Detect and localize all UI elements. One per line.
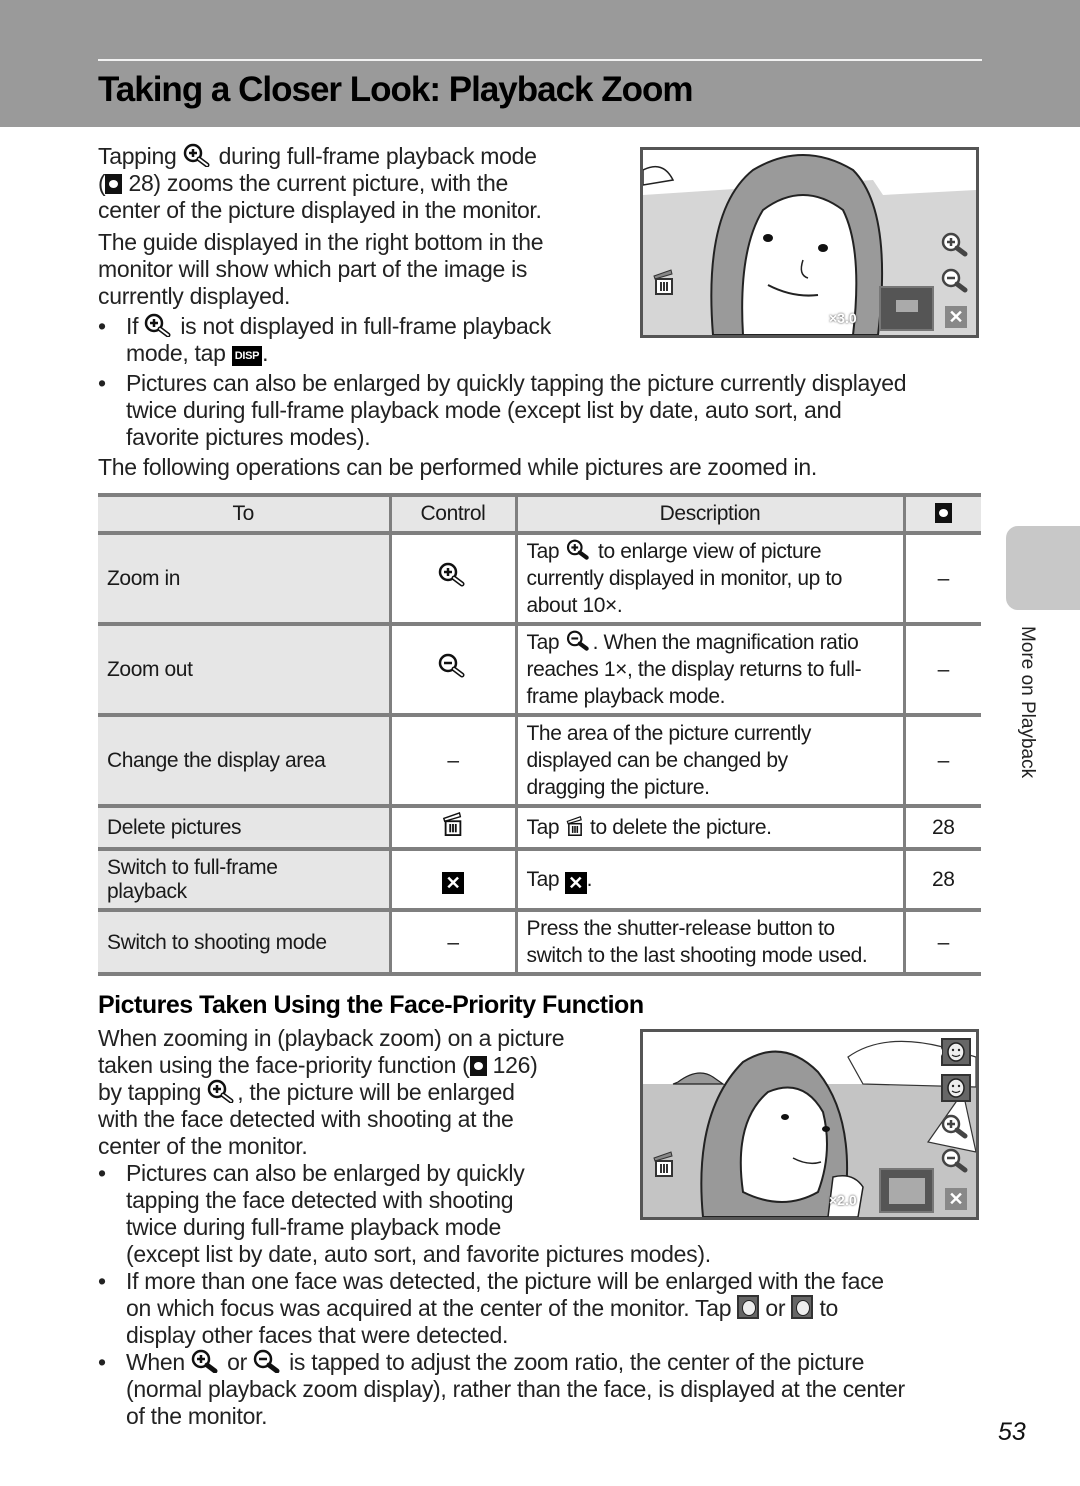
trash-icon	[442, 812, 462, 836]
close-x-icon: ✕	[442, 871, 464, 894]
chapter-label: More on Playback	[1017, 626, 1038, 779]
close-x-icon[interactable]: ✕	[945, 1188, 967, 1210]
zoom-in-icon	[566, 539, 589, 560]
row-control	[388, 804, 518, 851]
zoom-in-icon[interactable]	[941, 1114, 969, 1140]
table-row: Change the display area – The area of th…	[98, 713, 981, 808]
page-header: Taking a Closer Look: Playback Zoom	[0, 0, 1080, 127]
row-description: Tap to delete the picture.	[514, 804, 906, 851]
row-description: Tap to enlarge view of picture currently…	[514, 531, 906, 626]
row-reference: 28	[902, 804, 981, 851]
zoom-out-icon	[253, 1349, 280, 1373]
zoom-in-icon	[438, 562, 465, 587]
row-reference: –	[902, 531, 981, 626]
intro-paragraph-1: Tapping during full-frame playback mode …	[98, 143, 542, 223]
row-reference: 28	[902, 847, 981, 912]
zoom-operations-table: To Control Description Zoom in Tap to en…	[98, 493, 981, 976]
reference-icon	[105, 174, 123, 194]
intro-bullet-1: • If is not displayed in full-frame play…	[98, 313, 551, 366]
trash-icon	[566, 816, 582, 837]
zoom-out-icon[interactable]	[941, 1148, 969, 1174]
trash-icon[interactable]	[651, 268, 677, 296]
row-reference: –	[902, 622, 981, 717]
page-title: Taking a Closer Look: Playback Zoom	[98, 70, 694, 109]
table-row: Switch to full-frame playback ✕ Tap ✕. 2…	[98, 847, 981, 912]
playback-zoom-screen-illustration: ×3.0 ✕	[640, 147, 979, 338]
row-to: Zoom out	[98, 622, 392, 717]
guide-view-area	[889, 1178, 925, 1204]
zoom-in-icon	[183, 143, 210, 167]
table-header-row: To Control Description	[98, 493, 981, 535]
row-description: The area of the picture currently displa…	[514, 713, 906, 808]
row-reference: –	[902, 713, 981, 808]
previous-face-icon[interactable]	[941, 1038, 971, 1066]
zoom-ratio-readout: ×2.0	[829, 1192, 857, 1208]
table-row: Delete pictures Tap to delete the pictur…	[98, 804, 981, 851]
zoom-out-icon	[438, 653, 465, 678]
row-control: –	[388, 908, 518, 976]
next-face-icon	[791, 1295, 814, 1319]
close-x-icon: ✕	[564, 871, 587, 894]
trash-icon[interactable]	[651, 1150, 677, 1178]
row-to: Change the display area	[98, 713, 392, 808]
row-to: Zoom in	[98, 531, 392, 626]
face-priority-paragraph: When zooming in (playback zoom) on a pic…	[98, 1025, 565, 1159]
zoom-in-icon	[207, 1079, 234, 1103]
zoom-in-icon	[191, 1349, 218, 1373]
zoom-in-icon[interactable]	[941, 232, 969, 258]
table-intro-text: The following operations can be performe…	[98, 454, 817, 480]
intro-bullet-2: • Pictures can also be enlarged by quick…	[98, 370, 907, 450]
zoom-out-icon[interactable]	[941, 268, 969, 294]
table-row: Zoom out Tap . When the magnification ra…	[98, 622, 981, 717]
close-x-icon[interactable]: ✕	[945, 306, 967, 328]
row-description: Tap ✕.	[514, 847, 906, 912]
table-row: Zoom in Tap to enlarge view of picture c…	[98, 531, 981, 626]
row-control: –	[388, 713, 518, 808]
header-description: Description	[514, 493, 906, 535]
row-to: Switch to full-frame playback	[98, 847, 392, 912]
disp-button-icon: DISP	[231, 346, 263, 366]
header-to: To	[98, 493, 392, 535]
row-control: ✕	[388, 847, 518, 912]
face-zoom-screen-illustration: ×2.0 ✕	[640, 1029, 979, 1220]
row-control	[388, 622, 518, 717]
section-title-face-priority: Pictures Taken Using the Face-Priority F…	[98, 991, 644, 1019]
zoom-in-icon	[145, 313, 171, 337]
row-control	[388, 531, 518, 626]
next-face-icon[interactable]	[941, 1074, 971, 1102]
zoom-out-icon	[566, 630, 589, 651]
reference-icon	[934, 503, 952, 523]
row-reference: –	[902, 908, 981, 976]
face-bullet-3: • When or is tapped to adjust the zoom r…	[98, 1349, 905, 1429]
guide-view-area	[896, 300, 918, 312]
header-reference	[902, 493, 981, 535]
zoom-ratio-readout: ×3.0	[829, 310, 857, 326]
row-description: Press the shutter-release button to swit…	[514, 908, 906, 976]
previous-face-icon	[737, 1295, 760, 1319]
chapter-side-tab	[1006, 526, 1080, 610]
row-description: Tap . When the magnification ratio reach…	[514, 622, 906, 717]
navigation-guide	[879, 1168, 934, 1213]
header-rule	[98, 59, 982, 61]
table-row: Switch to shooting mode – Press the shut…	[98, 908, 981, 976]
page-number: 53	[998, 1418, 1026, 1446]
reference-icon	[469, 1056, 487, 1076]
header-control: Control	[388, 493, 518, 535]
navigation-guide	[879, 286, 934, 331]
row-to: Switch to shooting mode	[98, 908, 392, 976]
row-to: Delete pictures	[98, 804, 392, 851]
face-bullet-2: • If more than one face was detected, th…	[98, 1268, 884, 1348]
intro-paragraph-2: The guide displayed in the right bottom …	[98, 229, 544, 309]
